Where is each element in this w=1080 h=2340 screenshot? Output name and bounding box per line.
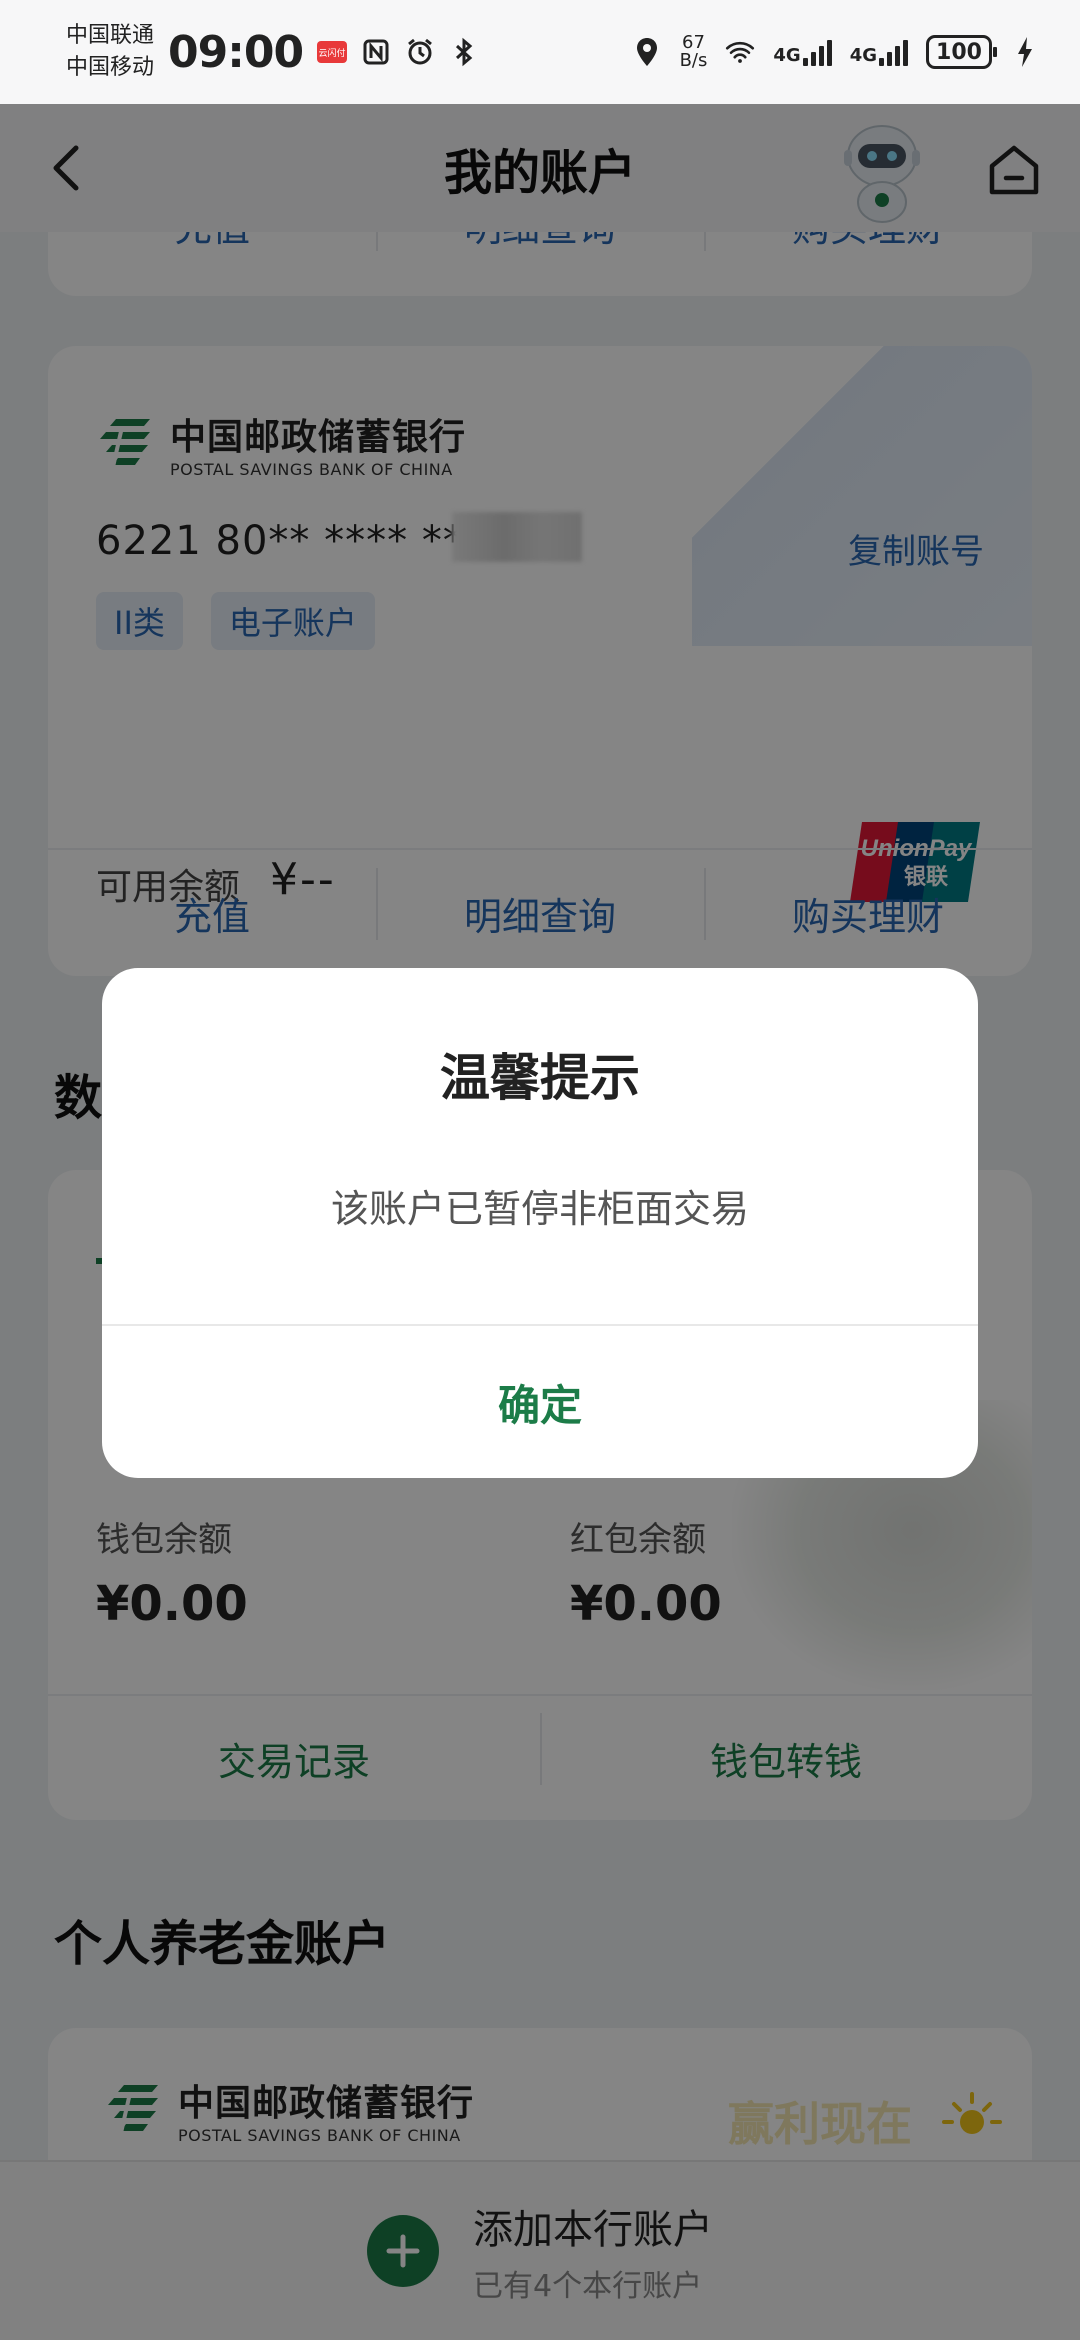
- carrier-1: 中国联通: [66, 23, 155, 48]
- wifi-icon: [725, 37, 755, 67]
- unionpay-notification-icon: 云闪付: [317, 41, 348, 63]
- network-speed: 67 B/s: [680, 34, 708, 70]
- notice-dialog: 温馨提示 该账户已暂停非柜面交易 确定: [102, 968, 978, 1478]
- charging-icon: [1010, 37, 1040, 67]
- network-type-1: 4G: [773, 45, 801, 66]
- location-icon: [632, 37, 662, 67]
- network-type-2: 4G: [849, 45, 877, 66]
- carrier-info: 中国联通 中国移动: [66, 20, 162, 84]
- signal-1: 4G: [773, 38, 832, 66]
- dialog-message: 该账户已暂停非柜面交易: [330, 1187, 749, 1231]
- speed-unit: B/s: [679, 50, 708, 71]
- signal-2: 4G: [850, 38, 908, 66]
- bluetooth-icon: [449, 37, 479, 67]
- clock: 09:00: [168, 26, 304, 78]
- battery-indicator: 100: [926, 35, 997, 69]
- dialog-title: 温馨提示: [440, 1049, 640, 1107]
- alarm-icon: [405, 37, 435, 67]
- status-bar: 中国联通 中国移动 09:00 云闪付 67 B/s 4G 4G 100: [0, 0, 1080, 104]
- signal-bars-icon: [879, 38, 908, 66]
- carrier-2: 中国移动: [66, 55, 155, 80]
- confirm-button[interactable]: 确定: [102, 1326, 978, 1478]
- nfc-icon: [361, 37, 391, 67]
- signal-bars-icon: [802, 38, 832, 66]
